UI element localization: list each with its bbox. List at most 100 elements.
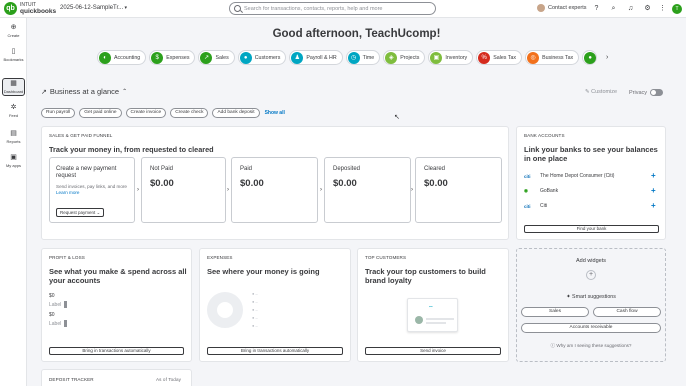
chip-more[interactable]: ●: [582, 50, 598, 65]
sidebar-item-label: Reports: [6, 139, 21, 144]
notification-bell-icon[interactable]: ♫: [626, 4, 635, 13]
add-bank-deposit-button[interactable]: Add bank deposit: [212, 108, 260, 118]
add-widget-plus-icon[interactable]: +: [586, 270, 596, 280]
business-at-a-glance-title[interactable]: ↗ Business at a glance ⌃: [41, 87, 127, 96]
bank-row[interactable]: citi Citi: [524, 203, 547, 209]
privacy-switch[interactable]: [650, 89, 664, 96]
search-box[interactable]: [229, 2, 436, 15]
contact-experts-button[interactable]: Contact experts: [537, 4, 587, 12]
user-avatar[interactable]: T: [672, 4, 682, 14]
run-payroll-button[interactable]: Run payroll: [41, 108, 76, 118]
profit-bar: [64, 301, 67, 308]
donut-legend-placeholder: ● –: [252, 315, 258, 320]
projects-icon: ◈: [385, 51, 398, 64]
network-icon: ⌔: [428, 306, 434, 312]
customize-button[interactable]: ✎ Customize: [585, 89, 617, 95]
find-your-bank-button[interactable]: Find your bank: [524, 225, 659, 233]
loss-row-label: Label: [49, 321, 62, 327]
chip-time[interactable]: ◷ Time: [345, 50, 381, 65]
expenses-heading: See where your money is going: [207, 267, 320, 276]
left-sidebar: ⊕ Create ▯ Bookmarks ▦ Dashboard ✲ Feed …: [0, 18, 27, 386]
sidebar-item-my-apps[interactable]: ▣ My apps: [0, 154, 27, 168]
chip-payroll-hr[interactable]: ♟ Payroll & HR: [289, 50, 343, 65]
funnel-stage-paid[interactable]: Paid $0.00: [231, 157, 318, 223]
funnel-stage-not-paid[interactable]: Not Paid $0.00: [141, 157, 226, 223]
create-invoice-button[interactable]: Create invoice: [125, 108, 167, 118]
chevron-right-icon[interactable]: ›: [606, 54, 608, 61]
chip-accounting[interactable]: ◐ Accounting: [97, 50, 147, 65]
sidebar-item-label: Dashboard: [3, 89, 24, 94]
bring-in-transactions-button[interactable]: Bring in transactions automatically: [207, 347, 343, 355]
add-bank-plus-icon[interactable]: +: [651, 186, 656, 195]
chip-expenses[interactable]: $ Expenses: [149, 50, 196, 65]
suggestion-cash-flow[interactable]: Cash flow: [593, 307, 661, 317]
expenses-donut-chart: [207, 292, 243, 328]
send-invoice-button[interactable]: Send invoice: [365, 347, 501, 355]
sidebar-item-feed[interactable]: ✲ Feed: [0, 104, 27, 118]
sidebar-item-dashboard[interactable]: ▦ Dashboard: [2, 78, 25, 96]
suggestion-accounts-receivable[interactable]: Accounts receivable: [521, 323, 661, 333]
apps-icon: ▣: [10, 154, 17, 161]
get-paid-online-button[interactable]: Get paid online: [79, 108, 122, 118]
citi-logo: citi: [524, 203, 531, 209]
request-payment-button[interactable]: Request payment ⌄: [56, 208, 105, 217]
create-payment-title: Create a new payment request: [56, 166, 117, 179]
help-icon[interactable]: ?: [592, 4, 601, 13]
expert-avatar: [537, 4, 545, 12]
learn-more-link[interactable]: Learn more: [56, 190, 80, 195]
greeting-title: Good afternoon, TeachUcomp!: [272, 28, 441, 40]
customer-avatar: [415, 316, 423, 324]
chip-business-tax[interactable]: ◎ Business Tax: [525, 50, 580, 65]
bookmark-icon: ▯: [11, 48, 16, 55]
suggestion-sales[interactable]: Sales: [521, 307, 589, 317]
sales-funnel-label: SALES & GET PAID FUNNEL: [49, 133, 113, 138]
chip-customers[interactable]: ● Customers: [237, 50, 287, 65]
sidebar-item-reports[interactable]: ▤ Reports: [0, 130, 27, 144]
bank-row[interactable]: citi The Home Depot Consumer (Citi): [524, 173, 614, 179]
logo-brand: INTUIT: [20, 1, 37, 8]
search-topbar-icon[interactable]: ⌕: [609, 4, 618, 13]
chip-sales-tax[interactable]: % Sales Tax: [476, 50, 523, 65]
bank-row[interactable]: ◉ GoBank: [524, 188, 558, 194]
quickbooks-logo-icon: qb: [4, 2, 17, 15]
logo-name: quickbooks: [20, 7, 57, 15]
chip-inventory[interactable]: ▣ Inventory: [428, 50, 474, 65]
why-suggestions-link[interactable]: ⓘ Why am I seeing these suggestions?: [516, 343, 666, 349]
chevron-right-icon: ›: [227, 187, 229, 193]
chip-sales[interactable]: ↗ Sales: [198, 50, 235, 65]
funnel-stage-cleared[interactable]: Cleared $0.00: [415, 157, 502, 223]
chevron-right-icon: ›: [320, 187, 322, 193]
sales-funnel-heading: Track your money in, from requested to c…: [49, 145, 214, 154]
sidebar-item-label: Feed: [8, 113, 19, 118]
add-bank-plus-icon[interactable]: +: [651, 201, 656, 210]
sidebar-item-create[interactable]: ⊕ Create: [0, 24, 27, 38]
quick-actions: Run payroll Get paid online Create invoi…: [41, 108, 285, 118]
sidebar-item-bookmarks[interactable]: ▯ Bookmarks: [0, 48, 27, 62]
profit-loss-heading: See what you make & spend across all you…: [49, 267, 187, 285]
settings-gear-icon[interactable]: ⚙: [643, 4, 652, 13]
bring-in-transactions-button[interactable]: Bring in transactions automatically: [49, 347, 184, 355]
privacy-toggle[interactable]: Privacy: [629, 89, 664, 96]
quickbooks-logo[interactable]: qb INTUIT quickbooks: [4, 2, 56, 15]
company-switcher[interactable]: 2025-06-12-SampleTr...: [60, 5, 127, 11]
top-bar: qb INTUIT quickbooks 2025-06-12-SampleTr…: [0, 0, 686, 18]
funnel-stage-deposited[interactable]: Deposited $0.00: [324, 157, 411, 223]
gobank-logo-icon: ◉: [524, 188, 528, 193]
search-input[interactable]: [244, 5, 429, 12]
loss-value: $0: [49, 312, 55, 318]
smart-suggestions: ✦ Smart suggestions: [566, 294, 616, 300]
help-circle-icon: ⓘ: [550, 343, 556, 348]
reports-icon: ▤: [10, 130, 17, 137]
donut-legend-placeholder: ● –: [252, 291, 258, 296]
chart-trend-icon: ↗: [41, 88, 47, 96]
chevron-up-icon: ⌃: [122, 89, 128, 95]
create-check-button[interactable]: Create check: [170, 108, 209, 118]
chip-projects[interactable]: ◈ Projects: [383, 50, 426, 65]
show-all-link[interactable]: Show all: [265, 110, 285, 116]
add-bank-plus-icon[interactable]: +: [651, 171, 656, 180]
top-customers-heading: Track your top customers to build brand …: [365, 267, 486, 285]
mouse-cursor-icon: ↖: [394, 114, 400, 121]
apps-grid-icon[interactable]: ⋮: [658, 4, 667, 13]
payroll-icon: ♟: [291, 51, 304, 64]
profit-value: $0: [49, 293, 55, 299]
